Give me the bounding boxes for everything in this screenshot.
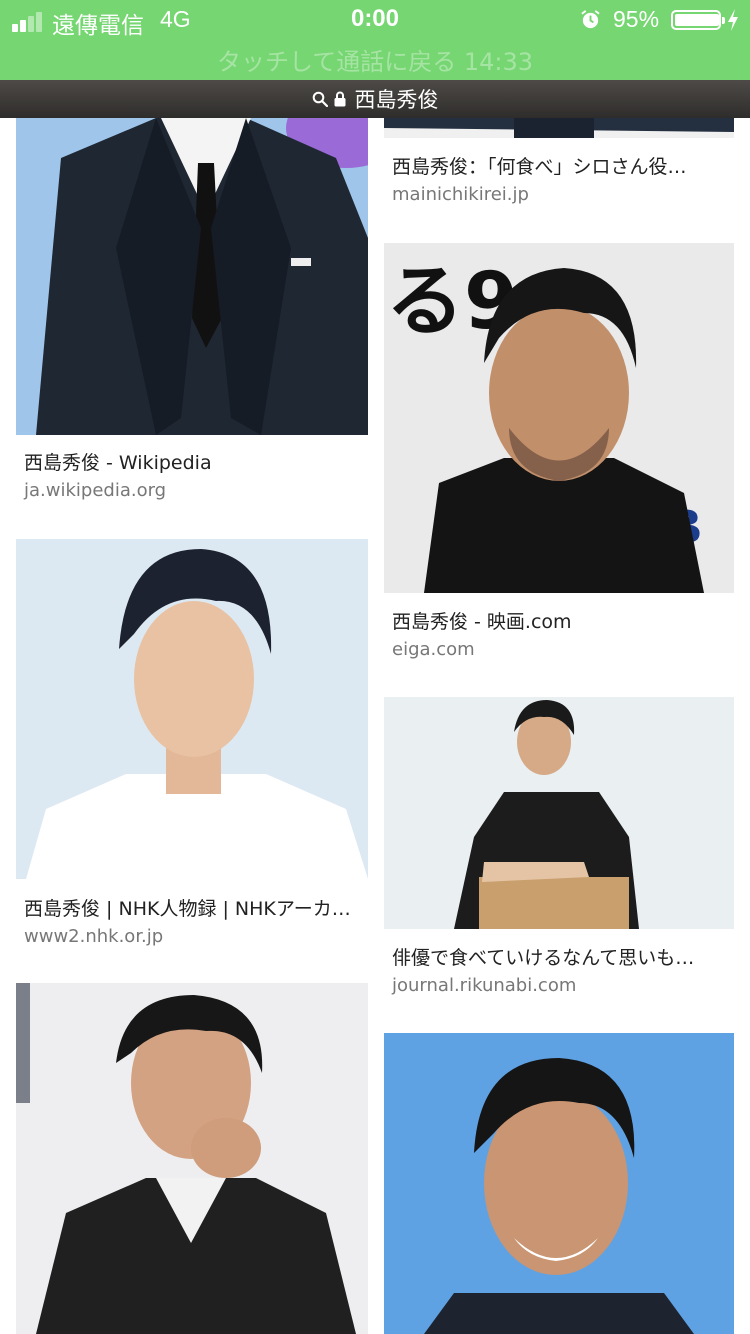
- image-results-grid: 西島秀俊 - Wikipedia ja.wikipedia.org 西島秀俊：「…: [0, 118, 750, 1334]
- result-title[interactable]: 西島秀俊 | NHK人物録 | NHKアーカ…: [24, 894, 364, 921]
- search-icon: [312, 91, 328, 107]
- result-image-eiga[interactable]: る9 TB: [384, 243, 734, 593]
- result-card-laughing[interactable]: [16, 983, 368, 1334]
- result-card-smiling[interactable]: [384, 1033, 734, 1334]
- result-image-laughing[interactable]: [16, 983, 368, 1334]
- result-image-wikipedia[interactable]: [16, 118, 368, 435]
- result-source: eiga.com: [392, 639, 475, 660]
- result-card-eiga[interactable]: る9 TB 西島秀俊 - 映画.com eiga.com: [384, 243, 734, 663]
- result-source: mainichikirei.jp: [392, 184, 529, 205]
- result-source: www2.nhk.or.jp: [24, 926, 164, 947]
- alarm-icon: [581, 10, 600, 29]
- result-title[interactable]: 俳優で食べていけるなんて思いも…: [392, 943, 730, 970]
- charging-bolt-icon: [728, 9, 738, 31]
- result-card-rikunabi[interactable]: 俳優で食べていけるなんて思いも… journal.rikunabi.com: [384, 697, 734, 1007]
- result-image-nhk[interactable]: [16, 539, 368, 879]
- result-title[interactable]: 西島秀俊 - Wikipedia: [24, 448, 364, 475]
- status-bar[interactable]: 遠傳電信 4G 0:00 95% タッチして通話に戻る 14:33: [0, 0, 750, 80]
- battery-level: [675, 14, 719, 26]
- result-image-smiling[interactable]: [384, 1033, 734, 1334]
- result-source: ja.wikipedia.org: [24, 480, 167, 501]
- result-source: journal.rikunabi.com: [392, 975, 577, 996]
- battery-percentage: 95%: [613, 6, 660, 32]
- result-image-rikunabi[interactable]: [384, 697, 734, 929]
- result-card-mainichikirei[interactable]: 西島秀俊：「何食べ」シロさん役… mainichikirei.jp: [384, 118, 734, 213]
- result-card-wikipedia[interactable]: 西島秀俊 - Wikipedia ja.wikipedia.org: [16, 118, 368, 508]
- battery-icon: [671, 10, 725, 30]
- search-results-page: 遠傳電信 4G 0:00 95% タッチして通話に戻る 14:33 西島秀俊 西…: [0, 0, 750, 1334]
- result-image-mainichikirei[interactable]: [384, 118, 734, 138]
- lock-icon: [334, 91, 345, 107]
- result-title[interactable]: 西島秀俊 - 映画.com: [392, 607, 730, 634]
- url-bar[interactable]: 西島秀俊: [0, 80, 750, 118]
- result-card-nhk[interactable]: 西島秀俊 | NHK人物録 | NHKアーカ… www2.nhk.or.jp: [16, 539, 368, 959]
- return-to-call-banner[interactable]: タッチして通話に戻る 14:33: [0, 42, 750, 77]
- url-text: 西島秀俊: [354, 88, 439, 112]
- result-title[interactable]: 西島秀俊：「何食べ」シロさん役…: [392, 152, 730, 179]
